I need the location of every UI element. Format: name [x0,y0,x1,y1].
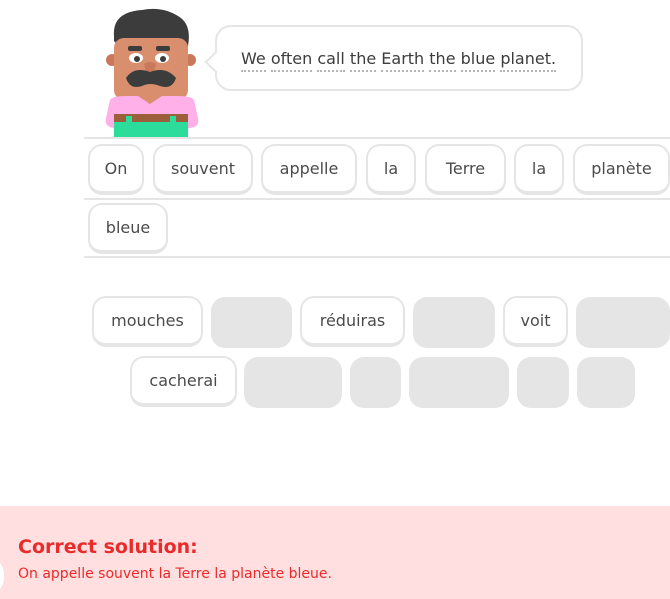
answer-tile[interactable]: souvent [153,144,253,195]
answer-tile[interactable]: bleue [88,203,168,254]
answer-tile[interactable]: appelle [261,144,357,195]
word-bank-tile[interactable]: voit [503,296,568,347]
word-bank-empty-slot [576,297,670,348]
feedback-edge-decoration [0,561,4,591]
feedback-title: Correct solution: [18,536,198,558]
correct-solution-text: On appelle souvent la Terre la planète b… [18,566,332,582]
prompt-word[interactable]: We [241,48,266,72]
prompt-word[interactable]: often [270,48,313,72]
word-bank-empty-slot [211,297,292,348]
word-bank-empty-slot [413,297,495,348]
word-bank-empty-slot [577,357,635,408]
character-avatar [105,8,199,138]
prompt-word[interactable]: the [429,48,456,72]
prompt-word[interactable]: the [349,48,377,72]
speech-bubble-tail [204,50,228,74]
prompt-word[interactable]: blue [460,48,496,72]
word-bank-empty-slot [409,357,509,408]
answer-line-divider [84,198,670,200]
word-bank-empty-slot [350,357,401,408]
answer-tile[interactable]: planète [573,144,670,195]
prompt-word[interactable]: Earth [381,48,425,72]
prompt-word[interactable]: call [317,48,345,72]
feedback-banner: Correct solution: On appelle souvent la … [0,506,670,599]
answer-tile[interactable]: On [88,144,144,195]
word-bank-tile[interactable]: mouches [92,296,203,347]
word-bank-tile[interactable]: réduiras [300,296,405,347]
answer-tile[interactable]: Terre [425,144,506,195]
word-bank-empty-slot [244,357,342,408]
answer-tile[interactable]: la [514,144,564,195]
word-bank-empty-slot [517,357,569,408]
speech-bubble: We often call the Earth the blue planet. [204,25,583,91]
prompt-word[interactable]: planet. [500,48,557,72]
answer-tile[interactable]: la [366,144,416,195]
prompt-sentence: We often call the Earth the blue planet. [241,48,557,72]
word-bank-tile[interactable]: cacherai [130,356,237,407]
